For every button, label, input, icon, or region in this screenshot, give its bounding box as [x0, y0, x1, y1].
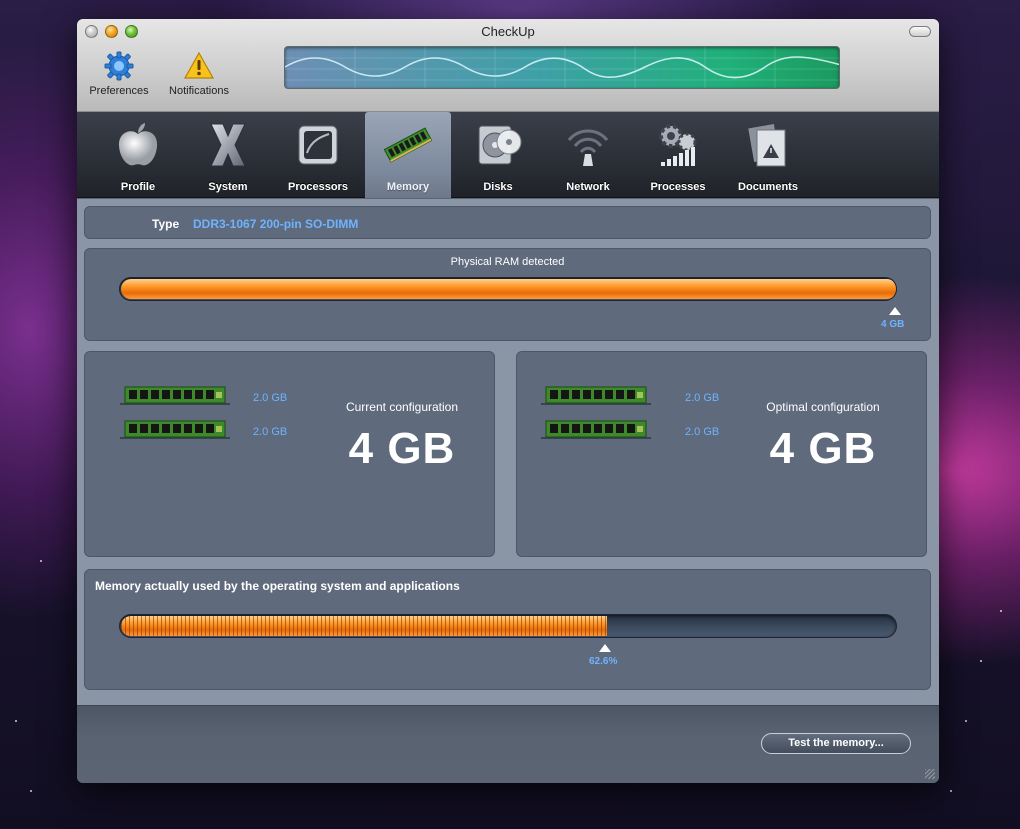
tab-label: Memory: [386, 181, 430, 193]
tab-label: Profile: [120, 181, 156, 193]
memory-usage-fill: [121, 616, 607, 636]
optimal-configuration-title: Optimal configuration: [766, 400, 880, 414]
gear-icon: [104, 51, 134, 81]
window-title: CheckUp: [481, 24, 535, 39]
module-size: 2.0 GB: [685, 426, 720, 438]
processor-icon: [298, 125, 338, 165]
tab-label: Documents: [738, 181, 798, 193]
optimal-configuration-total: 4 GB: [769, 424, 877, 473]
ram-module-icon: [120, 420, 230, 439]
memory-usage-caption: Memory actually used by the operating sy…: [95, 579, 460, 593]
osx-x-icon: [210, 123, 246, 167]
tab-memory[interactable]: Memory: [365, 112, 451, 198]
star: [30, 790, 32, 792]
tab-processes[interactable]: Processes: [635, 112, 721, 198]
tab-disks[interactable]: Disks: [455, 112, 541, 198]
memory-type-bar: Type DDR3-1067 200-pin SO-DIMM: [84, 206, 931, 239]
memory-type-value: DDR3-1067 200-pin SO-DIMM: [193, 217, 359, 231]
documents-icon: [748, 124, 786, 167]
ram-module-icon: [120, 386, 230, 405]
tab-network[interactable]: Network: [545, 112, 631, 198]
star: [15, 720, 17, 722]
memory-type-label: Type: [152, 217, 180, 231]
activity-waveform: [285, 47, 839, 88]
physical-ram-panel: Physical RAM detected 4 GB: [84, 248, 931, 341]
physical-ram-bar: [119, 277, 897, 301]
current-configuration-title: Current configuration: [345, 400, 459, 414]
module-size: 2.0 GB: [253, 392, 288, 404]
preferences-button[interactable]: Preferences: [85, 51, 153, 97]
tab-processors[interactable]: Processors: [275, 112, 361, 198]
memory-usage-percent: 62.6%: [589, 656, 618, 667]
tab-label: Processors: [288, 181, 348, 193]
module-size: 2.0 GB: [253, 426, 288, 438]
star: [40, 560, 42, 562]
memory-usage-marker: [599, 644, 611, 652]
memory-content: Type DDR3-1067 200-pin SO-DIMM Physical …: [77, 199, 939, 705]
module-size: 2.0 GB: [685, 392, 720, 404]
tab-label: System: [208, 181, 248, 193]
tab-label: Processes: [650, 181, 706, 193]
tab-label: Network: [566, 181, 610, 193]
current-configuration-panel: 2.0 GB 2.0 GB Current configuration 4 GB: [84, 351, 495, 557]
disk-icon: [478, 125, 522, 165]
titlebar: CheckUp Preferences Notifications: [77, 19, 939, 112]
activity-monitor-display: [284, 46, 840, 89]
resize-grip[interactable]: [925, 769, 935, 779]
physical-ram-caption: Physical RAM detected: [450, 256, 565, 268]
tab-profile[interactable]: Profile: [95, 112, 181, 198]
warning-icon: [184, 51, 214, 79]
star: [980, 660, 982, 662]
memory-usage-bar: [119, 614, 897, 638]
checkup-window: CheckUp Preferences Notifications Profil…: [77, 19, 939, 783]
memory-usage-panel: Memory actually used by the operating sy…: [84, 569, 931, 690]
gears-icon: [659, 124, 697, 166]
current-configuration-total: 4 GB: [348, 424, 456, 473]
tab-system[interactable]: System: [185, 112, 271, 198]
ram-module-icon: [541, 386, 651, 405]
category-tabs: Profile System Processors Memory Disks N…: [77, 112, 939, 198]
wifi-icon: [567, 129, 609, 166]
star: [1000, 610, 1002, 612]
notifications-button[interactable]: Notifications: [161, 51, 237, 97]
physical-ram-fill: [121, 279, 896, 299]
tab-label: Disks: [483, 181, 513, 193]
footer-bar: Test the memory...: [77, 705, 939, 783]
ram-module-icon: [541, 420, 651, 439]
notifications-label: Notifications: [169, 85, 229, 97]
star: [965, 720, 967, 722]
tab-documents[interactable]: Documents: [725, 112, 811, 198]
apple-icon: [118, 123, 158, 166]
star: [950, 790, 952, 792]
test-memory-button[interactable]: Test the memory...: [761, 733, 911, 754]
ram-module-icon: [383, 127, 433, 163]
physical-ram-value: 4 GB: [881, 319, 905, 330]
physical-ram-marker: [889, 307, 901, 315]
preferences-label: Preferences: [89, 85, 149, 97]
optimal-configuration-panel: 2.0 GB 2.0 GB Optimal configuration 4 GB: [516, 351, 927, 557]
